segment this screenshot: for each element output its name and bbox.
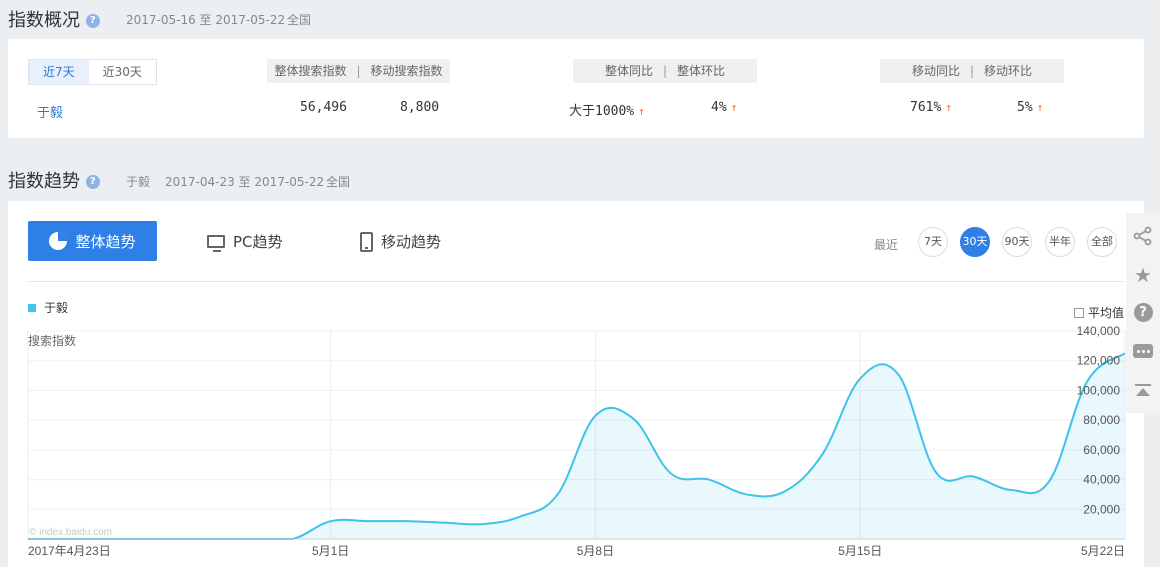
x-tick-label: 2017年4月23日 <box>28 544 111 558</box>
x-tick-label: 5月8日 <box>577 544 614 558</box>
y-tick-label: 140,000 <box>1077 324 1121 338</box>
share-icon[interactable] <box>1132 225 1154 247</box>
side-toolbar: ★ ? <box>1126 213 1160 413</box>
y-tick-label: 100,000 <box>1077 383 1121 397</box>
watermark: © index.baidu.com <box>29 527 112 538</box>
star-icon[interactable]: ★ <box>1132 263 1154 287</box>
help-icon[interactable]: ? <box>1132 302 1154 324</box>
y-tick-label: 80,000 <box>1083 413 1120 427</box>
y-tick-label: 60,000 <box>1083 443 1120 457</box>
comment-icon[interactable] <box>1132 340 1154 362</box>
x-tick-label: 5月15日 <box>838 544 882 558</box>
y-tick-label: 20,000 <box>1083 502 1120 516</box>
y-tick-label: 40,000 <box>1083 473 1120 487</box>
x-tick-label: 5月1日 <box>312 544 349 558</box>
x-tick-label: 5月22日 <box>1081 544 1125 558</box>
trend-chart[interactable]: 20,000 40,000 60,000 80,000 100,000 120,000 14… <box>0 0 1160 567</box>
back-to-top-icon[interactable] <box>1132 379 1154 401</box>
y-tick-label: 120,000 <box>1077 354 1121 368</box>
series-area <box>28 353 1125 539</box>
y-axis-label: 搜索指数 <box>28 333 76 348</box>
